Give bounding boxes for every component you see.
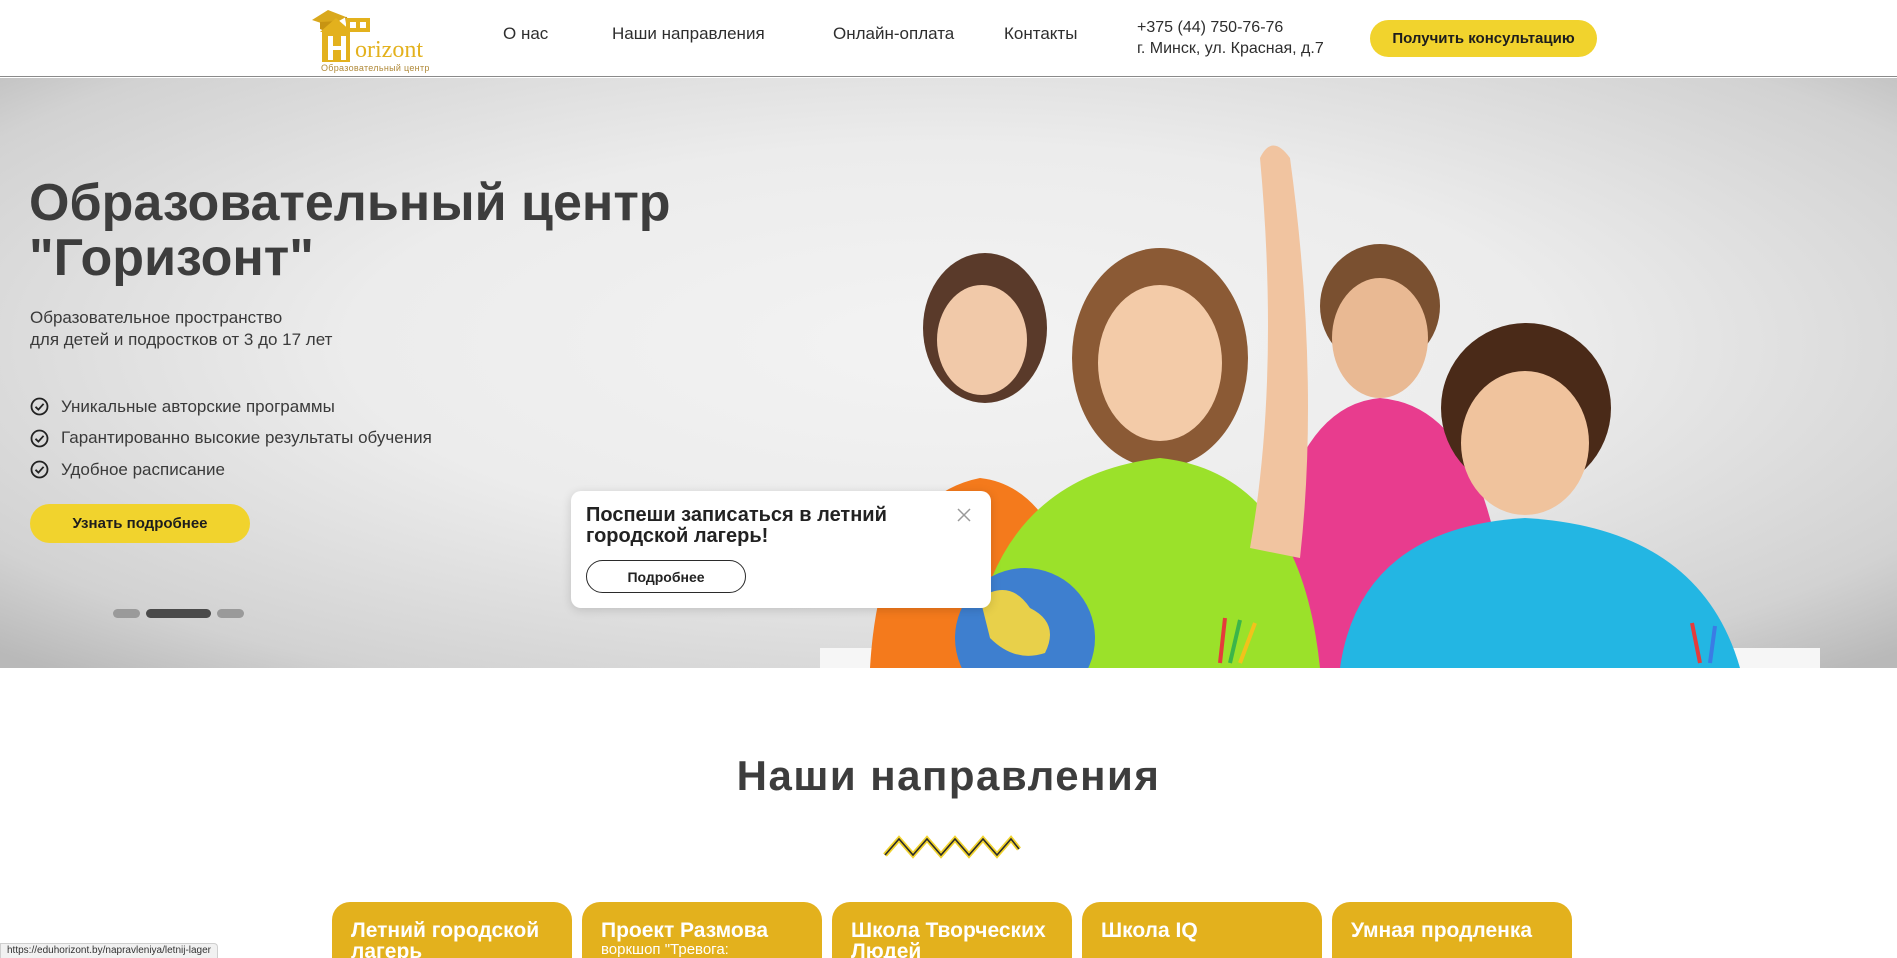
- browser-status-url: https://eduhorizont.by/napravleniya/letn…: [0, 943, 219, 958]
- card-title: Школа Творческих Людей: [851, 919, 1046, 958]
- direction-card-creative-school[interactable]: Школа Творческих Людей: [832, 902, 1072, 958]
- close-icon[interactable]: [956, 507, 972, 523]
- card-title: Школа IQ: [1101, 919, 1198, 942]
- card-title: Умная продленка: [1351, 919, 1533, 942]
- direction-card-smart-afterschool[interactable]: Умная продленка: [1332, 902, 1572, 958]
- direction-card-razmova[interactable]: Проект Размова воркшоп "Тревога:: [582, 902, 822, 958]
- check-circle-icon: [30, 429, 49, 448]
- feature-item: Уникальные авторские программы: [30, 391, 432, 423]
- slider-dot-3[interactable]: [217, 609, 244, 618]
- feature-text: Уникальные авторские программы: [61, 396, 335, 416]
- hero-subtitle: Образовательное пространство для детей и…: [30, 307, 332, 351]
- card-subtitle: воркшоп "Тревога:: [601, 941, 729, 958]
- check-circle-icon: [30, 460, 49, 479]
- summer-camp-popup: Поспеши записаться в летний городской ла…: [571, 491, 991, 608]
- nav-contacts[interactable]: Контакты: [1004, 24, 1077, 44]
- slider-dot-2[interactable]: [146, 609, 211, 618]
- nav-about[interactable]: О нас: [503, 24, 548, 44]
- logo-wordmark: orizont: [355, 37, 423, 63]
- hero-subtitle-line-1: Образовательное пространство: [30, 308, 283, 327]
- hero-subtitle-line-2: для детей и подростков от 3 до 17 лет: [30, 330, 333, 349]
- feature-item: Удобное расписание: [30, 454, 432, 486]
- feature-item: Гарантированно высокие результаты обучен…: [30, 423, 432, 455]
- directions-cards: Летний городской лагерь Проект Размова в…: [332, 902, 1572, 958]
- directions-title: Наши направления: [736, 752, 1161, 799]
- header-contacts: +375 (44) 750-76-76 г. Минск, ул. Красна…: [1137, 17, 1324, 59]
- nav-online-payment[interactable]: Онлайн-оплата: [833, 24, 954, 44]
- popup-more-button[interactable]: Подробнее: [586, 560, 746, 593]
- address: г. Минск, ул. Красная, д.7: [1137, 40, 1324, 57]
- logo-tagline: Образовательный центр: [321, 63, 430, 73]
- check-circle-icon: [30, 397, 49, 416]
- card-title: Проект Размова: [601, 919, 769, 942]
- direction-card-iq-school[interactable]: Школа IQ: [1082, 902, 1322, 958]
- nav-directions[interactable]: Наши направления: [612, 24, 765, 44]
- feature-text: Гарантированно высокие результаты обучен…: [61, 428, 432, 448]
- slider-dot-1[interactable]: [113, 609, 140, 618]
- slider-dots: [113, 609, 244, 618]
- zigzag-divider: [883, 835, 1021, 859]
- get-consultation-button[interactable]: Получить консультацию: [1370, 20, 1597, 57]
- phone-number[interactable]: +375 (44) 750-76-76: [1137, 17, 1324, 38]
- learn-more-button[interactable]: Узнать подробнее: [30, 504, 250, 543]
- direction-card-summer-camp[interactable]: Летний городской лагерь: [332, 902, 572, 958]
- hero-title: Образовательный центр "Горизонт": [29, 174, 671, 287]
- card-title: Летний городской лагерь: [351, 919, 540, 958]
- feature-text: Удобное расписание: [61, 459, 226, 479]
- hero-features-list: Уникальные авторские программы Гарантиро…: [30, 391, 432, 486]
- site-header: orizont Образовательный центр О нас Наши…: [0, 0, 1897, 77]
- popup-title: Поспеши записаться в летний городской ла…: [586, 504, 887, 547]
